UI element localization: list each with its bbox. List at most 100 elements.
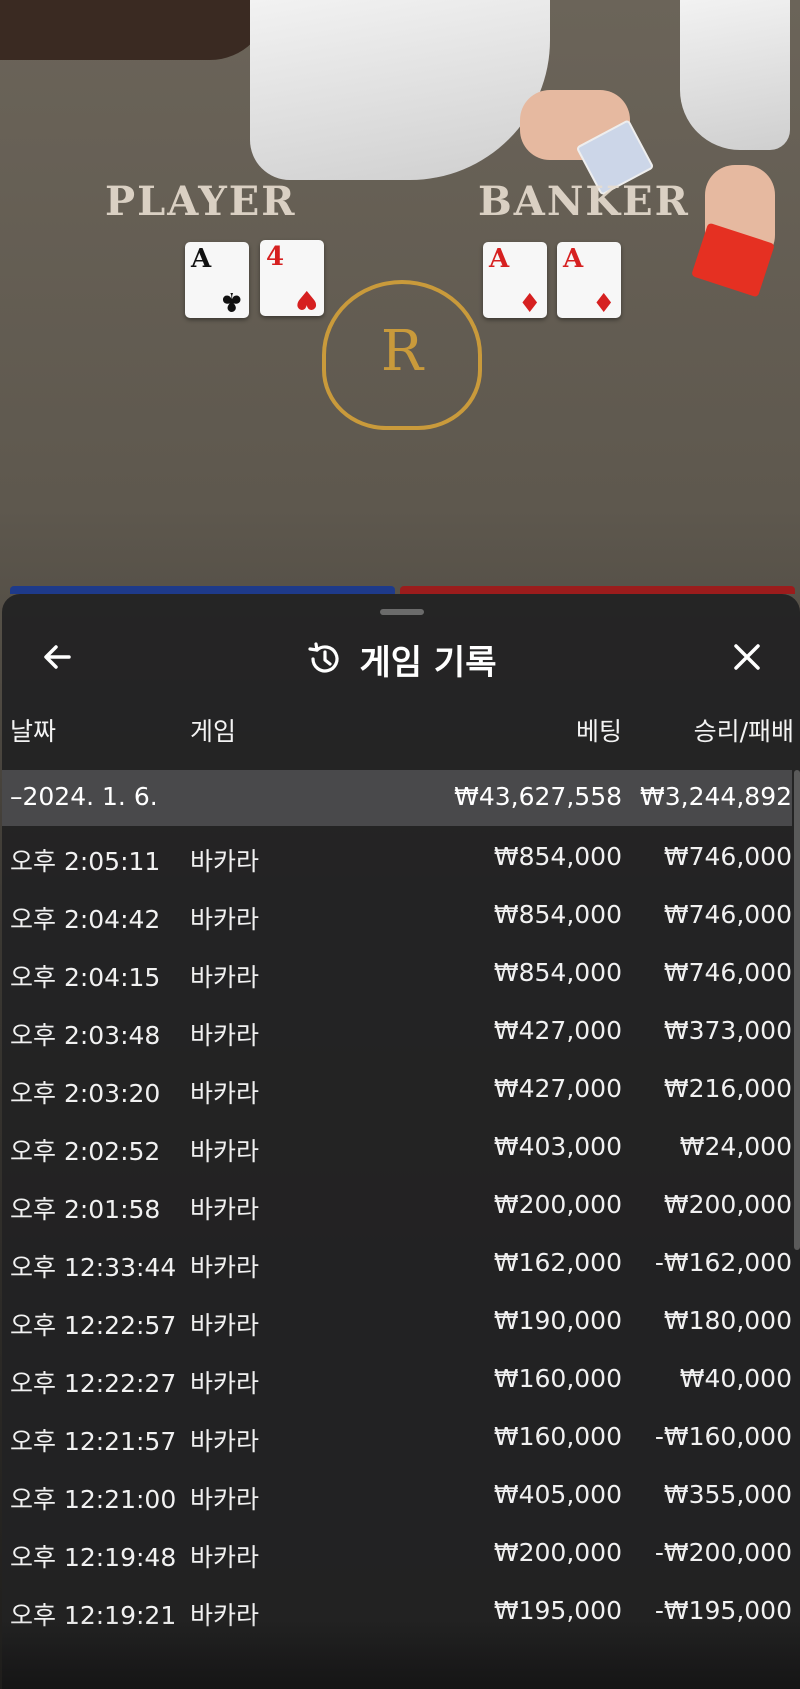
banker-card-2-suit: ♦ (591, 286, 615, 316)
row-result: ₩746,000 (663, 900, 792, 929)
column-date: 날짜 (10, 717, 57, 746)
row-result: ₩200,000 (663, 1190, 792, 1219)
row-game: 바카라 (190, 1195, 260, 1224)
bottom-fade (2, 1619, 800, 1689)
summary-win-loss: ₩3,244,892 (640, 782, 792, 811)
date-summary-row[interactable]: –2024. 1. 6. ₩43,627,558 ₩3,244,892 (2, 770, 792, 826)
history-list: 오후 2:05:11 바카라 ₩854,000 ₩746,000 오후 2:04:42 바… (2, 826, 792, 1638)
row-game: 바카라 (190, 1021, 260, 1050)
row-result: -₩200,000 (654, 1538, 792, 1567)
row-bet: ₩200,000 (493, 1538, 622, 1567)
row-result: ₩373,000 (663, 1016, 792, 1045)
banker-label: BANKER (478, 178, 690, 225)
table-row[interactable]: 오후 2:04:15 바카라 ₩854,000 ₩746,000 (2, 942, 792, 1000)
row-time: 오후 12:21:00 (10, 1485, 177, 1514)
table-emblem: R (322, 280, 482, 430)
table-row[interactable]: 오후 12:19:48 바카라 ₩200,000 -₩200,000 (2, 1522, 792, 1580)
table-row[interactable]: 오후 2:03:48 바카라 ₩427,000 ₩373,000 (2, 1000, 792, 1058)
row-bet: ₩403,000 (493, 1132, 622, 1161)
row-game: 바카라 (190, 1543, 260, 1572)
column-win-loss: 승리/패배 (693, 717, 794, 746)
row-time: 오후 2:04:42 (10, 905, 161, 934)
table-row[interactable]: 오후 12:21:00 바카라 ₩405,000 ₩355,000 (2, 1464, 792, 1522)
row-result: -₩162,000 (654, 1248, 792, 1277)
row-time: 오후 2:02:52 (10, 1137, 161, 1166)
row-bet: ₩162,000 (493, 1248, 622, 1277)
row-bet: ₩160,000 (493, 1364, 622, 1393)
row-time: 오후 2:05:11 (10, 847, 161, 876)
banker-card-1-rank: A (489, 244, 510, 274)
table-row[interactable]: 오후 12:33:44 바카라 ₩162,000 -₩162,000 (2, 1232, 792, 1290)
row-result: ₩24,000 (679, 1132, 792, 1161)
row-game: 바카라 (190, 1253, 260, 1282)
row-result: ₩746,000 (663, 842, 792, 871)
row-bet: ₩427,000 (493, 1074, 622, 1103)
emblem-letter: R (380, 319, 424, 384)
row-result: ₩355,000 (663, 1480, 792, 1509)
table-row[interactable]: 오후 12:22:57 바카라 ₩190,000 ₩180,000 (2, 1290, 792, 1348)
player-label: PLAYER (105, 178, 297, 225)
player-bet-bar (10, 586, 395, 594)
row-game: 바카라 (190, 1369, 260, 1398)
banker-card-1-suit: ♦ (517, 286, 541, 316)
table-row[interactable]: 오후 2:05:11 바카라 ₩854,000 ₩746,000 (2, 826, 792, 884)
row-time: 오후 12:22:57 (10, 1311, 177, 1340)
table-row[interactable]: 오후 2:04:42 바카라 ₩854,000 ₩746,000 (2, 884, 792, 942)
row-result: ₩216,000 (663, 1074, 792, 1103)
row-bet: ₩200,000 (493, 1190, 622, 1219)
row-game: 바카라 (190, 963, 260, 992)
player-card-1-suit: ♣ (219, 286, 243, 316)
column-game: 게임 (190, 717, 237, 746)
game-history-sheet: 게임 기록 날짜 게임 베팅 승리/패배 –2024. 1. 6. ₩43,62… (2, 594, 800, 1689)
history-clock-icon (307, 642, 339, 673)
row-time: 오후 2:01:58 (10, 1195, 161, 1224)
banker-bet-bar (400, 586, 795, 594)
row-game: 바카라 (190, 1311, 260, 1340)
row-result: ₩40,000 (679, 1364, 792, 1393)
dealer-vest (0, 0, 270, 60)
banker-card-1: A ♦ (483, 242, 547, 318)
table-header: 날짜 게임 베팅 승리/패배 (2, 712, 800, 752)
table-row[interactable]: 오후 12:22:27 바카라 ₩160,000 ₩40,000 (2, 1348, 792, 1406)
row-time: 오후 12:21:57 (10, 1427, 177, 1456)
row-game: 바카라 (190, 1137, 260, 1166)
row-time: 오후 2:03:20 (10, 1079, 161, 1108)
row-game: 바카라 (190, 1427, 260, 1456)
dealer-left-arm (250, 0, 550, 180)
row-time: 오후 12:33:44 (10, 1253, 177, 1282)
summary-bet: ₩43,627,558 (454, 782, 622, 811)
row-time: 오후 12:22:27 (10, 1369, 177, 1398)
row-result: -₩160,000 (654, 1422, 792, 1451)
row-game: 바카라 (190, 905, 260, 934)
table-row[interactable]: 오후 2:01:58 바카라 ₩200,000 ₩200,000 (2, 1174, 792, 1232)
player-card-2-suit: ♥ (294, 284, 318, 314)
banker-card-2-rank: A (563, 244, 584, 274)
table-row[interactable]: 오후 2:03:20 바카라 ₩427,000 ₩216,000 (2, 1058, 792, 1116)
row-bet: ₩160,000 (493, 1422, 622, 1451)
row-bet: ₩427,000 (493, 1016, 622, 1045)
row-bet: ₩854,000 (493, 958, 622, 987)
sheet-drag-handle[interactable] (380, 609, 424, 615)
player-card-2-rank: 4 (266, 242, 285, 272)
player-card-1: A ♣ (185, 242, 249, 318)
player-card-2: 4 ♥ (260, 240, 324, 316)
column-bet: 베팅 (575, 717, 622, 746)
dealer-right-arm (680, 0, 790, 150)
table-row[interactable]: 오후 2:02:52 바카라 ₩403,000 ₩24,000 (2, 1116, 792, 1174)
row-result: ₩746,000 (663, 958, 792, 987)
row-game: 바카라 (190, 847, 260, 876)
row-time: 오후 2:03:48 (10, 1021, 161, 1050)
row-game: 바카라 (190, 1079, 260, 1108)
row-time: 오후 2:04:15 (10, 963, 161, 992)
scrollbar[interactable] (794, 770, 800, 1250)
sheet-header: 게임 기록 (2, 634, 800, 684)
player-card-1-rank: A (191, 244, 212, 274)
summary-date: –2024. 1. 6. (10, 782, 158, 811)
close-icon (734, 644, 760, 670)
row-bet: ₩854,000 (493, 842, 622, 871)
page-title: 게임 기록 (359, 642, 497, 683)
row-bet: ₩190,000 (493, 1306, 622, 1335)
row-result: ₩180,000 (663, 1306, 792, 1335)
table-row[interactable]: 오후 12:21:57 바카라 ₩160,000 -₩160,000 (2, 1406, 792, 1464)
close-button[interactable] (722, 632, 772, 682)
